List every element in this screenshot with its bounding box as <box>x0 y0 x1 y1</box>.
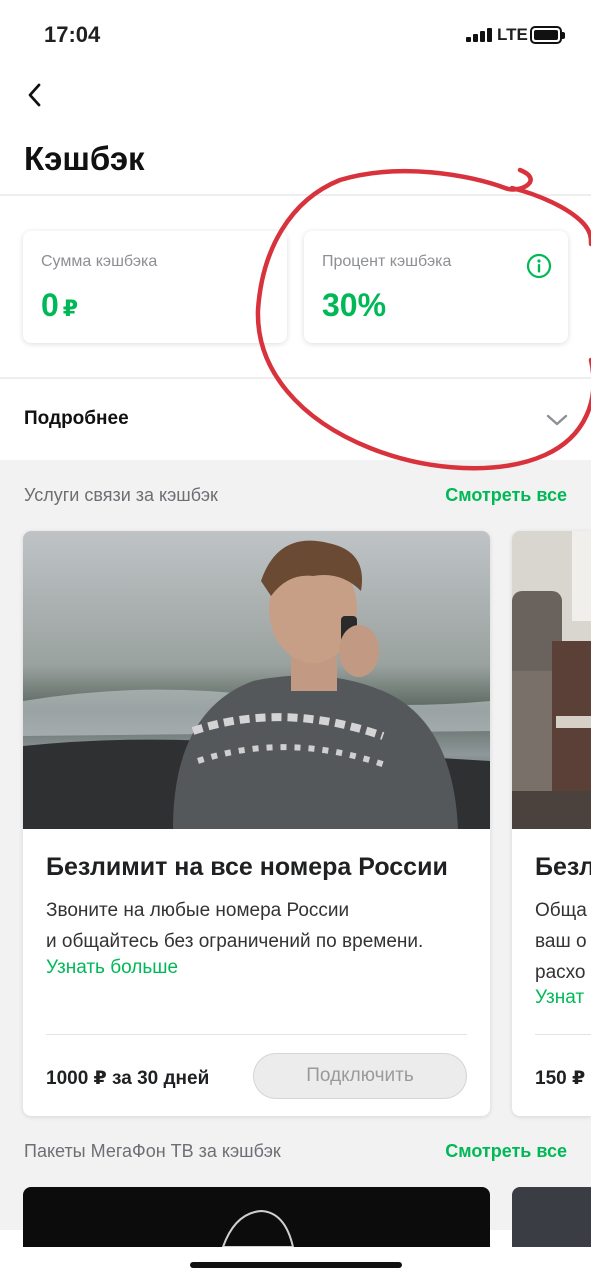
info-icon[interactable] <box>526 253 552 279</box>
cashback-percent-card: Процент кэшбэка 30% <box>304 231 568 343</box>
details-toggle[interactable]: Подробнее <box>0 380 591 460</box>
offer-price: 150 ₽ <box>535 1068 586 1089</box>
offer-description: Звоните на любые номера России и общайте… <box>46 895 423 957</box>
tv-package-card[interactable] <box>23 1187 490 1247</box>
tv-package-card[interactable] <box>512 1187 591 1247</box>
tv-see-all-link[interactable]: Смотреть все <box>445 1141 567 1162</box>
offer-divider <box>535 1034 591 1035</box>
offer-description-line: Обща <box>535 900 587 921</box>
cashback-amount-label: Сумма кэшбэка <box>41 253 158 270</box>
back-button[interactable] <box>18 78 52 112</box>
header-divider <box>0 194 591 196</box>
cashback-amount-value: 0 ₽ <box>41 287 78 324</box>
learn-more-link[interactable]: Узнать больше <box>46 957 178 979</box>
chevron-down-icon <box>546 414 568 426</box>
offer-description-line: ваш о <box>535 931 587 952</box>
offer-photo <box>512 531 591 829</box>
signal-icon <box>466 28 494 42</box>
offer-title: Безл <box>535 853 591 881</box>
tv-package-image <box>221 1209 295 1247</box>
home-indicator[interactable] <box>190 1262 402 1268</box>
tv-section-title: Пакеты МегаФон ТВ за кэшбэк <box>24 1141 281 1161</box>
offer-description-line: и общайтесь без ограничений по времени. <box>46 931 424 952</box>
currency-symbol: ₽ <box>62 296 79 321</box>
offer-card[interactable]: Безл Обща ваш о расхо Узнат 150 ₽ <box>512 531 591 1116</box>
cashback-amount-number: 0 <box>41 287 59 323</box>
offer-photo <box>23 531 490 829</box>
offer-description-line: расхо <box>535 962 586 983</box>
offer-price: 1000 ₽ за 30 дней <box>46 1068 210 1089</box>
offer-card[interactable]: Безлимит на все номера России Звоните на… <box>23 531 490 1116</box>
status-time: 17:04 <box>44 22 101 47</box>
summary-divider <box>0 377 591 379</box>
network-type: LTE <box>497 25 528 44</box>
cashback-percent-value: 30% <box>322 287 387 323</box>
battery-icon <box>530 26 565 44</box>
back-arrow-icon <box>28 83 41 107</box>
offer-description-line: Звоните на любые номера России <box>46 900 350 921</box>
offer-title: Безлимит на все номера России <box>46 853 448 881</box>
page-title: Кэшбэк <box>24 140 145 177</box>
services-see-all-link[interactable]: Смотреть все <box>445 485 567 506</box>
offer-description: Обща ваш о расхо <box>535 895 587 988</box>
offer-divider <box>46 1034 467 1035</box>
connect-button[interactable]: Подключить <box>253 1053 467 1099</box>
status-bar: 17:04 LTE <box>0 0 591 70</box>
details-label: Подробнее <box>24 408 129 429</box>
learn-more-link[interactable]: Узнат <box>535 987 584 1009</box>
cashback-percent-label: Процент кэшбэка <box>322 253 452 270</box>
cashback-amount-card: Сумма кэшбэка 0 ₽ <box>23 231 287 343</box>
services-section-title: Услуги связи за кэшбэк <box>24 485 218 505</box>
